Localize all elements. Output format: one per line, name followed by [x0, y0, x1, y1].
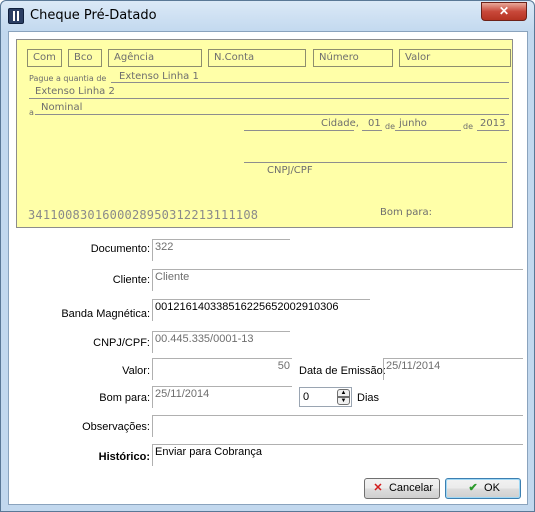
- dialog-window: Cheque Pré-Datado ✕ Com Bco Agência N.Co…: [0, 0, 535, 512]
- banda-magnetica-label: Banda Magnética:: [61, 308, 150, 320]
- dia-text: 01: [368, 118, 381, 129]
- micr-line: 3411008301600028950312213111108: [28, 208, 259, 222]
- title-bar: Cheque Pré-Datado ✕: [1, 1, 534, 31]
- data-emissao-label: Data de Emissão:: [299, 365, 386, 377]
- app-icon: [8, 8, 24, 24]
- cheque-preview: Com Bco Agência N.Conta Número Valor Pag…: [16, 39, 513, 228]
- bom-para-field[interactable]: 25/11/2014: [152, 386, 292, 408]
- de-label-1: de: [385, 122, 395, 131]
- cheque-box-nconta: N.Conta: [208, 49, 306, 67]
- cancel-button[interactable]: ✕ Cancelar: [364, 478, 440, 499]
- dias-stepper[interactable]: 0 ▲ ▼: [299, 387, 352, 407]
- cheque-box-agencia: Agência: [108, 49, 202, 67]
- ok-button-label: OK: [484, 482, 500, 494]
- cheque-box-valor: Valor: [399, 49, 511, 67]
- extenso-line-2: [29, 98, 509, 99]
- cidade-text: Cidade,: [321, 118, 359, 129]
- cheque-box-com: Com: [27, 49, 62, 67]
- mes-line: [395, 130, 461, 131]
- ok-button[interactable]: ✔ OK: [445, 478, 521, 499]
- observacoes-field[interactable]: [152, 415, 523, 437]
- dias-spin-buttons: ▲ ▼: [337, 389, 350, 405]
- valor-label: Valor:: [122, 365, 150, 377]
- cidade-line: [244, 130, 354, 131]
- banda-magnetica-field[interactable]: 001216140338516225652002910306: [152, 299, 370, 321]
- ano-line: [477, 130, 509, 131]
- extenso-linha-2: Extenso Linha 2: [35, 86, 115, 97]
- close-icon: ✕: [498, 4, 510, 18]
- extenso-line-1: [111, 82, 509, 83]
- spin-up-icon[interactable]: ▲: [337, 389, 350, 397]
- documento-field[interactable]: 322: [152, 239, 290, 261]
- cliente-field[interactable]: Cliente: [152, 269, 523, 291]
- ano-text: 2013: [480, 118, 506, 129]
- signature-line: [244, 162, 507, 163]
- pague-label: Pague a quantia de: [29, 74, 107, 83]
- close-button[interactable]: ✕: [481, 2, 527, 21]
- cnpj-cpf-field[interactable]: 00.445.335/0001-13: [152, 331, 290, 353]
- a-label: a: [29, 108, 34, 117]
- documento-label: Documento:: [90, 243, 150, 255]
- cheque-box-bco: Bco: [68, 49, 102, 67]
- dia-line: [362, 130, 382, 131]
- cliente-label: Cliente:: [112, 274, 150, 286]
- historico-label: Histórico:: [98, 451, 150, 463]
- dias-value: 0: [303, 391, 310, 403]
- extenso-linha-1: Extenso Linha 1: [119, 71, 199, 82]
- historico-field[interactable]: Enviar para Cobrança: [152, 444, 523, 466]
- dias-label: Dias: [357, 392, 380, 404]
- dialog-body: Com Bco Agência N.Conta Número Valor Pag…: [8, 31, 528, 505]
- bom-para-label: Bom para:: [99, 392, 150, 404]
- window-title: Cheque Pré-Datado: [30, 8, 157, 23]
- nominal-line: [35, 114, 509, 115]
- cnpj-cpf-form-label: CNPJ/CPF:: [93, 337, 150, 349]
- spin-down-icon[interactable]: ▼: [337, 397, 350, 405]
- data-emissao-field[interactable]: 25/11/2014: [383, 358, 523, 380]
- mes-text: junho: [399, 118, 427, 129]
- cheque-box-numero: Número: [313, 49, 393, 67]
- nominal-text: Nominal: [41, 102, 83, 113]
- de-label-2: de: [463, 122, 473, 131]
- observacoes-label: Observações:: [82, 421, 150, 433]
- x-icon: ✕: [373, 482, 383, 494]
- check-icon: ✔: [468, 482, 478, 494]
- cancel-button-label: Cancelar: [388, 482, 434, 494]
- bom-para-cheque-label: Bom para:: [380, 207, 432, 218]
- valor-field[interactable]: 50: [152, 358, 292, 380]
- cnpj-cpf-label: CNPJ/CPF: [267, 165, 313, 176]
